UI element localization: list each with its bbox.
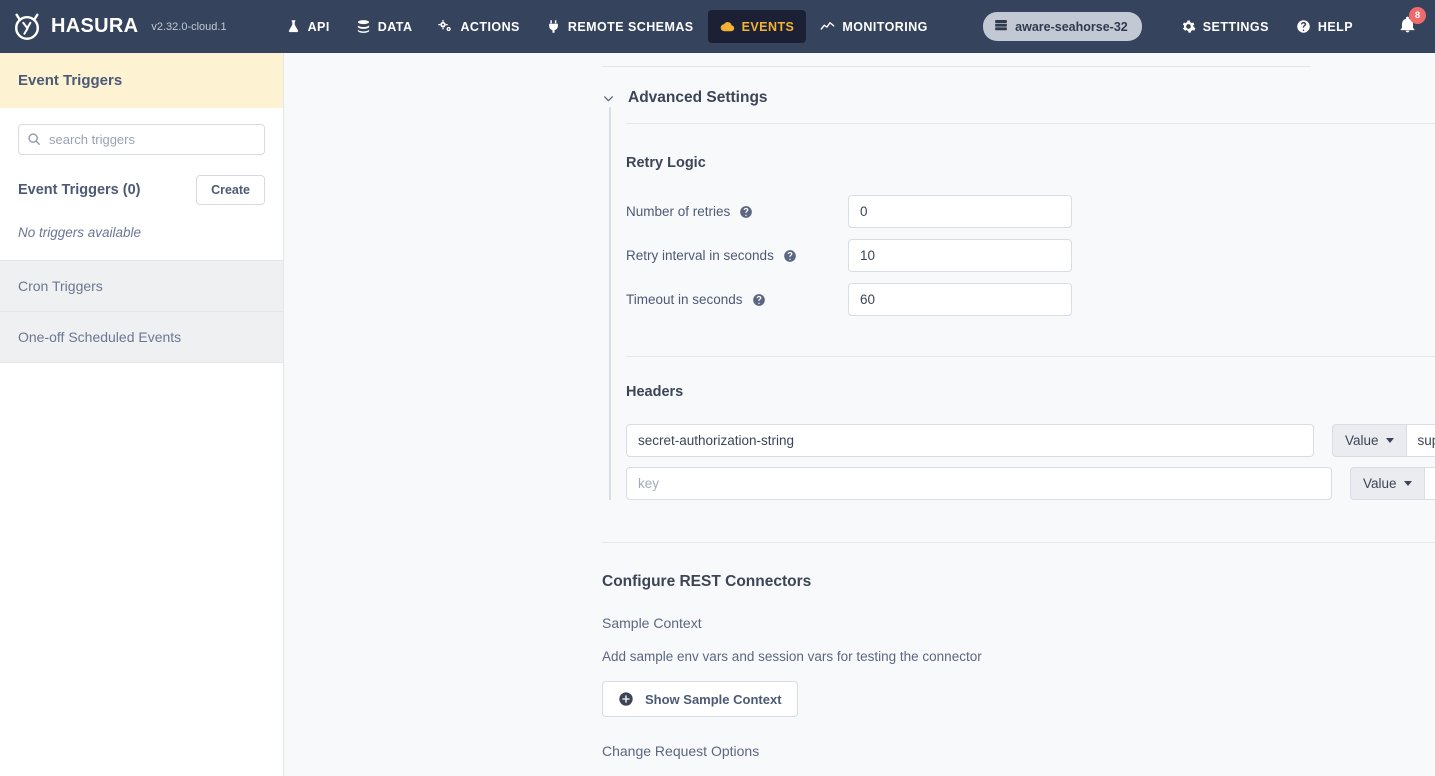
help-circle-icon[interactable] [752, 293, 766, 307]
hasura-logo-icon [12, 12, 42, 42]
brand-name: HASURA [51, 15, 138, 38]
field-label-timeout: Timeout in seconds [626, 292, 848, 307]
nav-item-help[interactable]: HELP [1284, 10, 1365, 43]
nav-item-events[interactable]: EVENTS [708, 10, 807, 43]
create-trigger-button[interactable]: Create [196, 175, 265, 205]
gears-icon [438, 19, 453, 34]
header-value-group-2: Value [1350, 467, 1435, 500]
nav-label-settings: SETTINGS [1203, 20, 1269, 34]
header-type-select-2[interactable]: Value [1350, 467, 1424, 500]
search-triggers-input[interactable] [18, 124, 265, 155]
event-triggers-count-row: Event Triggers (0) Create [18, 175, 265, 205]
show-sample-context-label: Show Sample Context [645, 692, 782, 707]
main-nav: API DATA ACTIONS [274, 10, 940, 43]
header-type-label-1: Value [1345, 433, 1379, 448]
plug-icon [546, 19, 561, 34]
events-sidebar: Event Triggers Event Triggers (0) Create… [0, 53, 284, 776]
page-layout: Event Triggers Event Triggers (0) Create… [0, 53, 1435, 776]
nav-item-data[interactable]: DATA [344, 10, 425, 43]
notification-badge: 8 [1409, 7, 1426, 24]
retry-logic-title: Retry Logic [626, 155, 1435, 171]
sample-context-title: Sample Context [602, 615, 1435, 631]
header-key-input-1[interactable] [626, 424, 1314, 457]
sidebar-item-one-off-scheduled-events[interactable]: One-off Scheduled Events [0, 312, 283, 363]
advanced-settings-toggle[interactable]: Advanced Settings [602, 89, 768, 107]
nav-label-actions: ACTIONS [460, 20, 519, 34]
main-content: Advanced Settings Retry Logic Number of … [284, 53, 1435, 776]
field-label-retry-interval: Retry interval in seconds [626, 248, 848, 263]
nav-label-api: API [308, 20, 330, 34]
brand-logo-group[interactable]: HASURA v2.32.0-cloud.1 [12, 12, 227, 42]
sidebar-item-cron-triggers[interactable]: Cron Triggers [0, 261, 283, 312]
flask-icon [286, 19, 301, 34]
event-triggers-count-label: Event Triggers (0) [18, 182, 140, 198]
nav-label-data: DATA [378, 20, 413, 34]
version-label: v2.32.0-cloud.1 [151, 21, 226, 33]
chevron-down-icon [1386, 438, 1394, 443]
rest-connectors-section: Configure REST Connectors Sample Context… [602, 542, 1435, 776]
show-sample-context-button[interactable]: Show Sample Context [602, 681, 798, 717]
help-circle-icon[interactable] [739, 205, 753, 219]
topbar-right-group: aware-seahorse-32 SETTINGS HELP [983, 10, 1421, 43]
advanced-settings-body: Retry Logic Number of retries [609, 107, 1435, 500]
nav-label-monitoring: MONITORING [842, 20, 928, 34]
help-circle-icon[interactable] [783, 249, 797, 263]
field-retry-interval: Retry interval in seconds [626, 239, 1435, 272]
header-key-input-2[interactable] [626, 467, 1332, 500]
headers-section-divider [626, 356, 1435, 357]
retry-section-divider [626, 123, 1435, 124]
question-circle-icon [1296, 19, 1311, 34]
chevron-down-icon [1404, 481, 1412, 486]
nav-label-remote-schemas: REMOTE SCHEMAS [568, 20, 694, 34]
label-text-retry-interval: Retry interval in seconds [626, 248, 774, 263]
nav-label-help: HELP [1318, 20, 1353, 34]
project-name: aware-seahorse-32 [1015, 20, 1128, 34]
header-value-input-1[interactable] [1406, 424, 1435, 457]
change-request-options-title: Change Request Options [602, 743, 1435, 759]
rest-connectors-title: Configure REST Connectors [602, 573, 1435, 591]
sample-context-description: Add sample env vars and session vars for… [602, 649, 1435, 664]
notifications-button[interactable]: 8 [1394, 11, 1421, 43]
input-number-of-retries[interactable] [848, 195, 1072, 228]
header-type-select-1[interactable]: Value [1332, 424, 1406, 457]
header-value-input-2[interactable] [1424, 467, 1435, 500]
chevron-down-icon [602, 92, 615, 105]
chart-line-icon [820, 19, 835, 34]
field-label-number-of-retries: Number of retries [626, 204, 848, 219]
nav-item-settings[interactable]: SETTINGS [1169, 10, 1281, 43]
database-icon [356, 19, 371, 34]
header-type-label-2: Value [1363, 476, 1397, 491]
headers-section: Headers Value [626, 356, 1435, 500]
gear-icon [1181, 19, 1196, 34]
sidebar-header-event-triggers[interactable]: Event Triggers [0, 53, 283, 108]
project-selector[interactable]: aware-seahorse-32 [983, 12, 1142, 41]
field-timeout: Timeout in seconds [626, 283, 1435, 316]
nav-item-monitoring[interactable]: MONITORING [808, 10, 940, 43]
nav-label-events: EVENTS [742, 20, 795, 34]
cloud-icon [720, 19, 735, 34]
search-triggers-box [18, 124, 265, 155]
nav-item-api[interactable]: API [274, 10, 342, 43]
label-text-number-of-retries: Number of retries [626, 204, 730, 219]
header-value-group-1: Value [1332, 424, 1435, 457]
sidebar-triggers-section: Event Triggers (0) Create No triggers av… [0, 108, 283, 260]
advanced-settings-label: Advanced Settings [628, 89, 768, 107]
plus-circle-icon [618, 691, 634, 707]
header-row: Value [626, 467, 1435, 500]
top-navigation-bar: HASURA v2.32.0-cloud.1 API DATA [0, 0, 1435, 53]
rest-connectors-divider [602, 542, 1435, 543]
server-icon [994, 18, 1008, 35]
header-row: Value [626, 424, 1435, 457]
nav-item-remote-schemas[interactable]: REMOTE SCHEMAS [534, 10, 706, 43]
input-timeout[interactable] [848, 283, 1072, 316]
headers-title: Headers [626, 384, 1435, 400]
input-retry-interval[interactable] [848, 239, 1072, 272]
label-text-timeout: Timeout in seconds [626, 292, 743, 307]
nav-item-actions[interactable]: ACTIONS [426, 10, 531, 43]
content-top-divider [602, 66, 1311, 67]
field-number-of-retries: Number of retries [626, 195, 1435, 228]
no-triggers-message: No triggers available [18, 225, 265, 240]
